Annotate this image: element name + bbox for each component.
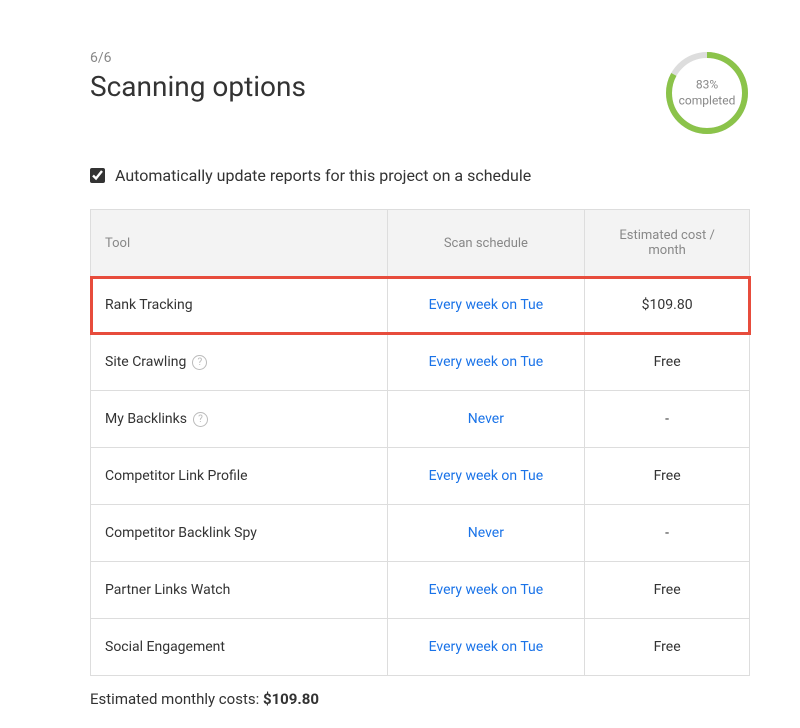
auto-update-checkbox[interactable] <box>90 168 105 183</box>
scan-options-table: Tool Scan schedule Estimated cost / mont… <box>90 209 750 676</box>
schedule-link[interactable]: Every week on Tue <box>429 297 544 313</box>
schedule-link[interactable]: Every week on Tue <box>429 468 544 484</box>
schedule-cell: Every week on Tue <box>387 334 585 391</box>
tool-name-cell: Site Crawling? <box>91 334 388 391</box>
progress-circle: 83% completed <box>664 50 750 136</box>
tool-name-cell: Competitor Backlink Spy <box>91 505 388 562</box>
tool-name-cell: Competitor Link Profile <box>91 448 388 505</box>
tool-name: Competitor Backlink Spy <box>105 525 257 541</box>
schedule-cell: Never <box>387 391 585 448</box>
tool-name-cell: Social Engagement <box>91 619 388 676</box>
table-row: Competitor Link Profile Every week on Tue… <box>91 448 750 505</box>
tool-name: Social Engagement <box>105 639 225 655</box>
footer-cost-value: $109.80 <box>263 690 319 708</box>
progress-completed-label: completed <box>679 93 736 109</box>
auto-update-label[interactable]: Automatically update reports for this pr… <box>115 166 531 185</box>
page-title: Scanning options <box>90 70 306 103</box>
table-row: Social Engagement Every week on Tue Free <box>91 619 750 676</box>
col-header-schedule: Scan schedule <box>387 210 585 277</box>
table-row: Rank Tracking Every week on Tue $109.80 <box>91 277 750 334</box>
table-row: Site Crawling? Every week on Tue Free <box>91 334 750 391</box>
schedule-cell: Every week on Tue <box>387 448 585 505</box>
table-row: My Backlinks? Never - <box>91 391 750 448</box>
schedule-link[interactable]: Every week on Tue <box>429 639 544 655</box>
tool-name: Site Crawling <box>105 354 186 370</box>
progress-percent: 83% <box>679 77 736 93</box>
tool-name: Competitor Link Profile <box>105 468 248 484</box>
schedule-cell: Every week on Tue <box>387 562 585 619</box>
tool-name: Partner Links Watch <box>105 582 230 598</box>
schedule-link[interactable]: Never <box>468 525 504 541</box>
cost-cell: Free <box>585 619 750 676</box>
schedule-cell: Every week on Tue <box>387 619 585 676</box>
cost-cell: Free <box>585 334 750 391</box>
step-indicator: 6/6 <box>90 50 306 66</box>
schedule-link[interactable]: Every week on Tue <box>429 582 544 598</box>
table-row: Competitor Backlink Spy Never - <box>91 505 750 562</box>
footer-cost-label: Estimated monthly costs: <box>90 690 259 708</box>
cost-cell: Free <box>585 448 750 505</box>
tool-name-cell: Rank Tracking <box>91 277 388 334</box>
cost-cell: - <box>585 391 750 448</box>
cost-cell: - <box>585 505 750 562</box>
help-icon[interactable]: ? <box>192 355 207 370</box>
tool-name: My Backlinks <box>105 411 187 427</box>
col-header-cost: Estimated cost / month <box>585 210 750 277</box>
col-header-tool: Tool <box>91 210 388 277</box>
table-row: Partner Links Watch Every week on Tue Free <box>91 562 750 619</box>
schedule-link[interactable]: Every week on Tue <box>429 354 544 370</box>
tool-name-cell: My Backlinks? <box>91 391 388 448</box>
tool-name: Rank Tracking <box>105 297 193 313</box>
schedule-cell: Never <box>387 505 585 562</box>
cost-cell: $109.80 <box>585 277 750 334</box>
tool-name-cell: Partner Links Watch <box>91 562 388 619</box>
estimated-monthly-cost: Estimated monthly costs: $109.80 <box>90 690 750 708</box>
cost-cell: Free <box>585 562 750 619</box>
schedule-cell: Every week on Tue <box>387 277 585 334</box>
schedule-link[interactable]: Never <box>468 411 504 427</box>
help-icon[interactable]: ? <box>193 412 208 427</box>
